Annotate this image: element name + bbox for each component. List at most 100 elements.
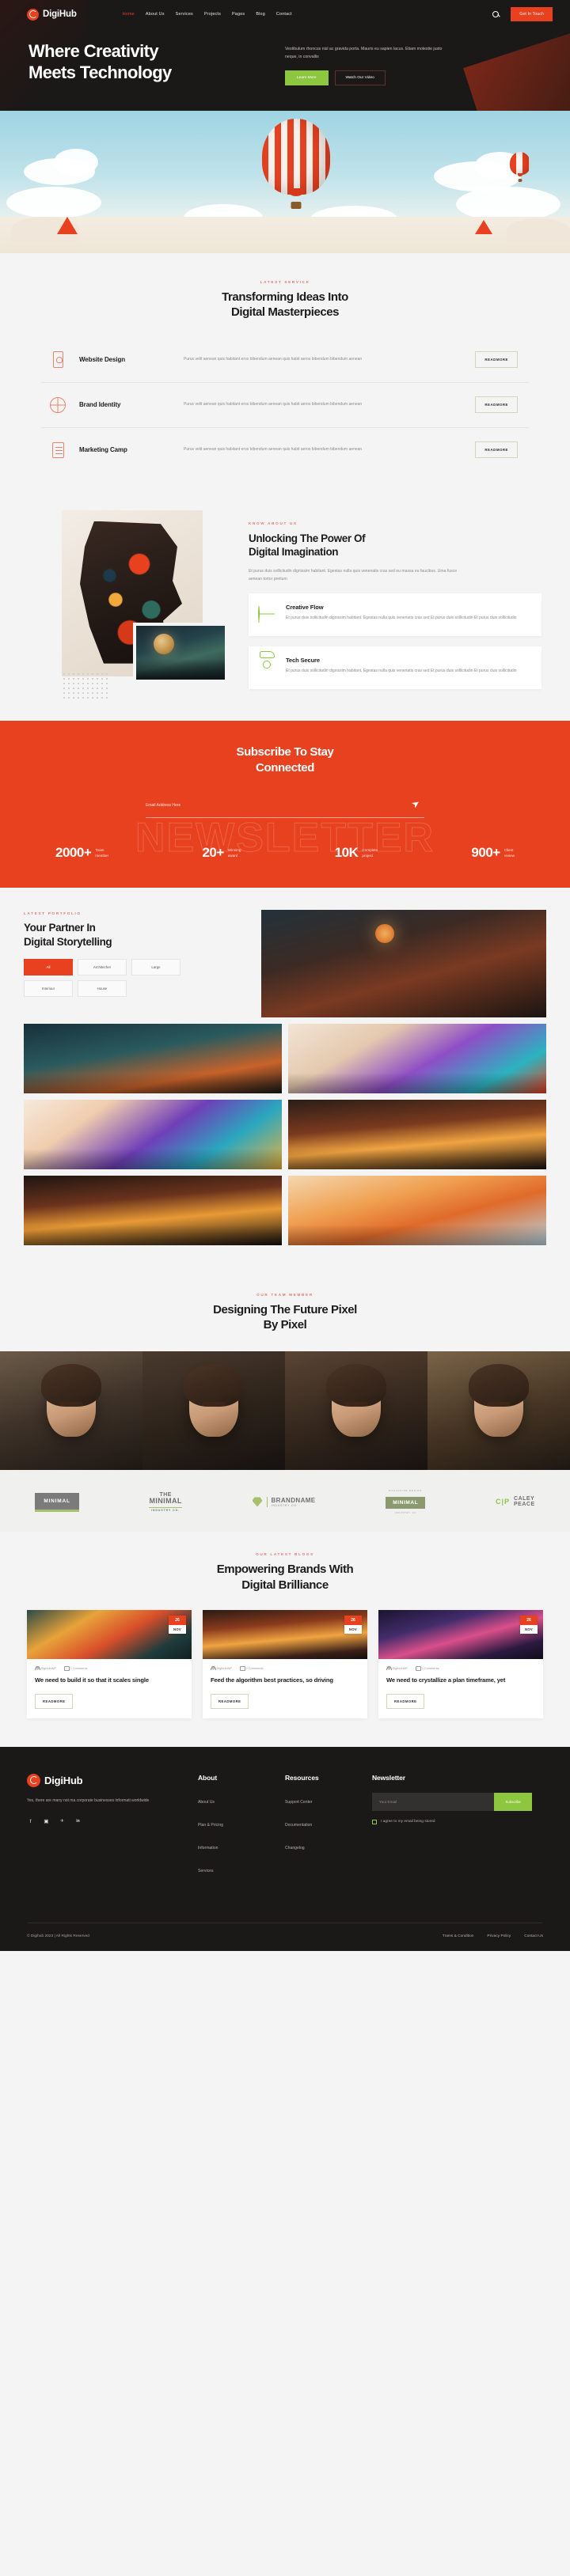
- nav-item-services[interactable]: Services: [176, 12, 193, 17]
- instagram-icon[interactable]: ▣: [43, 1818, 50, 1825]
- blog-card[interactable]: 26 NOV DigihubWP 2 Comments We need to c…: [378, 1609, 543, 1718]
- logo-line2: INDUSTRY CO.: [271, 1503, 298, 1507]
- learn-more-button[interactable]: Learn More: [285, 70, 329, 86]
- blog-meta: DigihubWP 2 Comments: [211, 1665, 359, 1671]
- service-name: Marketing Camp: [79, 446, 127, 454]
- blog-thumbnail: 26 NOV: [203, 1609, 367, 1659]
- service-row[interactable]: Brand Identity Purus velit aenean quis h…: [41, 383, 529, 428]
- footer-email-input[interactable]: [372, 1792, 495, 1811]
- nav-item-home[interactable]: Home: [123, 12, 135, 17]
- brand-logo[interactable]: DigiHub: [27, 8, 77, 21]
- service-read-more-button[interactable]: READMORE: [475, 396, 518, 414]
- blog-date-day: 26: [520, 1615, 538, 1625]
- feature-title: Tech Secure: [286, 657, 320, 665]
- nav-item-contact[interactable]: Contact: [276, 12, 292, 17]
- footer-link-privacy[interactable]: Privacy Policy: [487, 1934, 511, 1938]
- blog-card-body: DigihubWP 2 Comments We need to build it…: [27, 1659, 192, 1718]
- stat-label-line2: review: [504, 854, 515, 858]
- twitter-icon[interactable]: ✈: [59, 1818, 66, 1825]
- about-title-line2: Digital Imagination: [249, 546, 339, 559]
- small-hot-air-balloon: [510, 152, 530, 183]
- nav-item-projects[interactable]: Projects: [204, 12, 221, 17]
- get-in-touch-button[interactable]: Get In Touch: [511, 7, 553, 21]
- mobile-design-icon: [48, 349, 68, 371]
- blog-post-title[interactable]: We need to build it so that it scales si…: [35, 1676, 184, 1685]
- blog-post-title[interactable]: Feed the algorithm best practices, so dr…: [211, 1676, 359, 1685]
- footer-columns: DigiHub Yes, there are many not ma corpo…: [27, 1773, 543, 1885]
- service-read-more-button[interactable]: READMORE: [475, 441, 518, 459]
- portfolio-filter-interiour[interactable]: Interiour: [24, 980, 73, 998]
- footer-link-information[interactable]: Information: [198, 1846, 218, 1851]
- paper-plane-icon[interactable]: [412, 799, 424, 812]
- blog-post-title[interactable]: We need to crystallize a plan timeframe,…: [386, 1676, 535, 1685]
- hill-shape: [507, 218, 570, 243]
- watch-our-video-button[interactable]: Watch Our Video: [334, 70, 386, 86]
- portfolio-item-3[interactable]: [288, 1024, 546, 1094]
- footer-link-contact[interactable]: Contact Us: [524, 1934, 543, 1938]
- linkedin-icon[interactable]: in: [74, 1818, 82, 1825]
- blog-read-more-button[interactable]: READMORE: [386, 1693, 425, 1709]
- blog-read-more-button[interactable]: READMORE: [211, 1693, 249, 1709]
- footer-resources-title: Resources: [285, 1773, 319, 1782]
- blog-section: OUR LATEST BLOGS Empowering Brands With …: [0, 1532, 570, 1747]
- blog-date-badge: 26 NOV: [344, 1615, 362, 1634]
- portfolio-item-4[interactable]: [24, 1100, 282, 1170]
- footer-bottom-links: Trams & Condition Privacy Policy Contact…: [443, 1934, 543, 1938]
- blog-card[interactable]: 26 NOV DigihubWP 2 Comments Feed the alg…: [203, 1609, 367, 1718]
- service-row[interactable]: Website Design Purus velit aenean quis h…: [41, 338, 529, 383]
- blog-comments: 2 Comments: [415, 1666, 439, 1671]
- blog-read-more-button[interactable]: READMORE: [35, 1693, 74, 1709]
- portfolio-item-2[interactable]: [24, 1024, 282, 1094]
- comment-icon: [239, 1666, 245, 1671]
- footer-link-terms[interactable]: Trams & Condition: [443, 1934, 474, 1938]
- portfolio-filter-large[interactable]: Large: [131, 959, 180, 976]
- footer-subscribe-button[interactable]: Subscribe: [494, 1792, 532, 1811]
- portfolio-filter-house[interactable]: House: [78, 980, 127, 998]
- portfolio-item-1[interactable]: [261, 910, 546, 1018]
- footer-link-plan-pricing[interactable]: Plan & Pricing: [198, 1823, 223, 1828]
- avatar: [326, 1364, 386, 1438]
- consent-checkbox[interactable]: [372, 1819, 377, 1824]
- hero-balloon-image: [0, 111, 570, 254]
- footer-link-about-us[interactable]: About Us: [198, 1800, 215, 1805]
- footer-brand-logo[interactable]: DigiHub: [27, 1773, 198, 1787]
- footer-link-services[interactable]: Services: [198, 1869, 214, 1873]
- footer-link-support-center[interactable]: Support Center: [285, 1800, 313, 1805]
- blog-thumbnail: 26 NOV: [27, 1609, 192, 1659]
- diamond-icon: [252, 1497, 263, 1507]
- team-member-2[interactable]: [142, 1351, 285, 1471]
- blog-card[interactable]: 26 NOV DigihubWP 2 Comments We need to b…: [27, 1609, 192, 1718]
- search-icon[interactable]: [492, 10, 500, 18]
- team-member-3[interactable]: [285, 1351, 428, 1471]
- portfolio-header: LATEST PORTFOLIO Your Partner In Digital…: [0, 910, 570, 1018]
- portfolio-filter-architecher[interactable]: Architecher: [78, 959, 127, 976]
- nav-item-blog[interactable]: Blog: [256, 12, 265, 17]
- service-description: Purus velit aenean quis habitant eros bi…: [184, 446, 363, 452]
- stat-item: 10K Complete project: [335, 845, 378, 861]
- service-name: Website Design: [79, 356, 126, 364]
- portfolio-item-7[interactable]: [288, 1176, 546, 1246]
- team-title-line2: By Pixel: [263, 1318, 307, 1332]
- nav-item-about-us[interactable]: About Us: [146, 12, 165, 17]
- facebook-icon[interactable]: f: [27, 1818, 34, 1825]
- logo-top-text: EXCLUSIVE DESIGN: [389, 1489, 423, 1493]
- team-member-1[interactable]: [0, 1351, 142, 1471]
- footer-newsletter-form: Subscribe: [372, 1792, 532, 1811]
- services-title-line2: Digital Masterpieces: [230, 305, 340, 320]
- portfolio-item-5[interactable]: [288, 1100, 546, 1170]
- caley-peace-logo: C|P CALEY PEACE: [496, 1496, 535, 1508]
- blog-title-line2: Digital Brilliance: [241, 1578, 329, 1592]
- team-member-4[interactable]: [428, 1351, 570, 1471]
- service-read-more-button[interactable]: READMORE: [475, 351, 518, 369]
- footer-link-documentation[interactable]: Documentation: [285, 1823, 312, 1828]
- service-row[interactable]: Marketing Camp Purus velit aenean quis h…: [41, 428, 529, 472]
- stat-label-line2: project: [362, 854, 374, 858]
- portfolio-item-6[interactable]: [24, 1176, 282, 1246]
- nav-item-pages[interactable]: Pages: [232, 12, 245, 17]
- portfolio-filter-all[interactable]: All: [24, 959, 73, 976]
- globe-search-icon: [258, 606, 277, 626]
- blog-date-badge: 26 NOV: [169, 1615, 186, 1634]
- newsletter-email-input[interactable]: [146, 801, 412, 810]
- footer-link-changelog[interactable]: Changelog: [285, 1846, 305, 1851]
- team-section: OUR TEAM MEMBER Designing The Future Pix…: [0, 1272, 570, 1471]
